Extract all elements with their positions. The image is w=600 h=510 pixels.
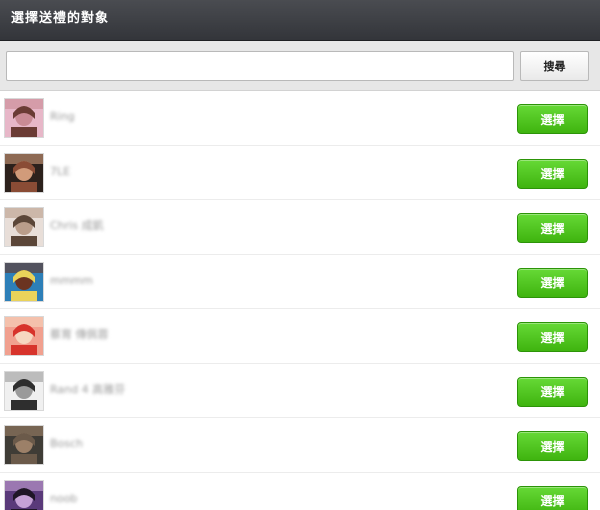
friend-row: 蔡育 傳佩蓉 選擇 — [0, 309, 600, 364]
friend-row: Rand 4 高雅芬 選擇 — [0, 364, 600, 418]
friend-name: Ring — [50, 110, 75, 123]
avatar — [4, 98, 44, 138]
search-button[interactable]: 搜尋 — [520, 51, 589, 81]
select-button[interactable]: 選擇 — [517, 322, 588, 352]
friend-row: Ring 選擇 — [0, 91, 600, 146]
avatar — [4, 261, 44, 302]
friend-name: Chris 成凱 — [50, 219, 104, 232]
friend-name: Bosch — [50, 437, 84, 450]
avatar — [4, 152, 44, 193]
avatar — [4, 479, 44, 510]
friend-row: noob 選擇 — [0, 473, 600, 510]
search-bar: 搜尋 — [0, 41, 600, 91]
page-title: 選擇送禮的對象 — [11, 11, 110, 26]
select-button[interactable]: 選擇 — [517, 104, 588, 134]
search-input[interactable] — [6, 51, 514, 81]
friend-name: mmmm — [50, 273, 93, 287]
avatar — [4, 207, 44, 247]
select-button[interactable]: 選擇 — [517, 213, 588, 243]
friend-row: mmmm 選擇 — [0, 255, 600, 309]
friend-row: Bosch 選擇 — [0, 418, 600, 473]
friend-name: Rand 4 高雅芬 — [50, 382, 126, 396]
friend-row: Chris 成凱 選擇 — [0, 200, 600, 255]
select-button[interactable]: 選擇 — [517, 431, 588, 461]
friend-name: 蔡育 傳佩蓉 — [50, 328, 109, 341]
avatar — [4, 370, 44, 411]
select-button[interactable]: 選擇 — [517, 376, 588, 407]
friend-row: 7LE 選擇 — [0, 146, 600, 200]
title-bar: 選擇送禮的對象 — [0, 0, 600, 41]
select-button[interactable]: 選擇 — [517, 158, 588, 189]
avatar — [4, 316, 44, 356]
avatar — [4, 425, 44, 465]
friend-name: noob — [50, 491, 78, 505]
select-button[interactable]: 選擇 — [517, 485, 588, 510]
friend-list: Ring 選擇 7LE 選擇 Chris 成凱 選擇 mmmm 選擇 蔡育 傳佩蓉 選擇 Rand … — [0, 91, 600, 510]
select-button[interactable]: 選擇 — [517, 267, 588, 298]
friend-name: 7LE — [50, 164, 71, 178]
